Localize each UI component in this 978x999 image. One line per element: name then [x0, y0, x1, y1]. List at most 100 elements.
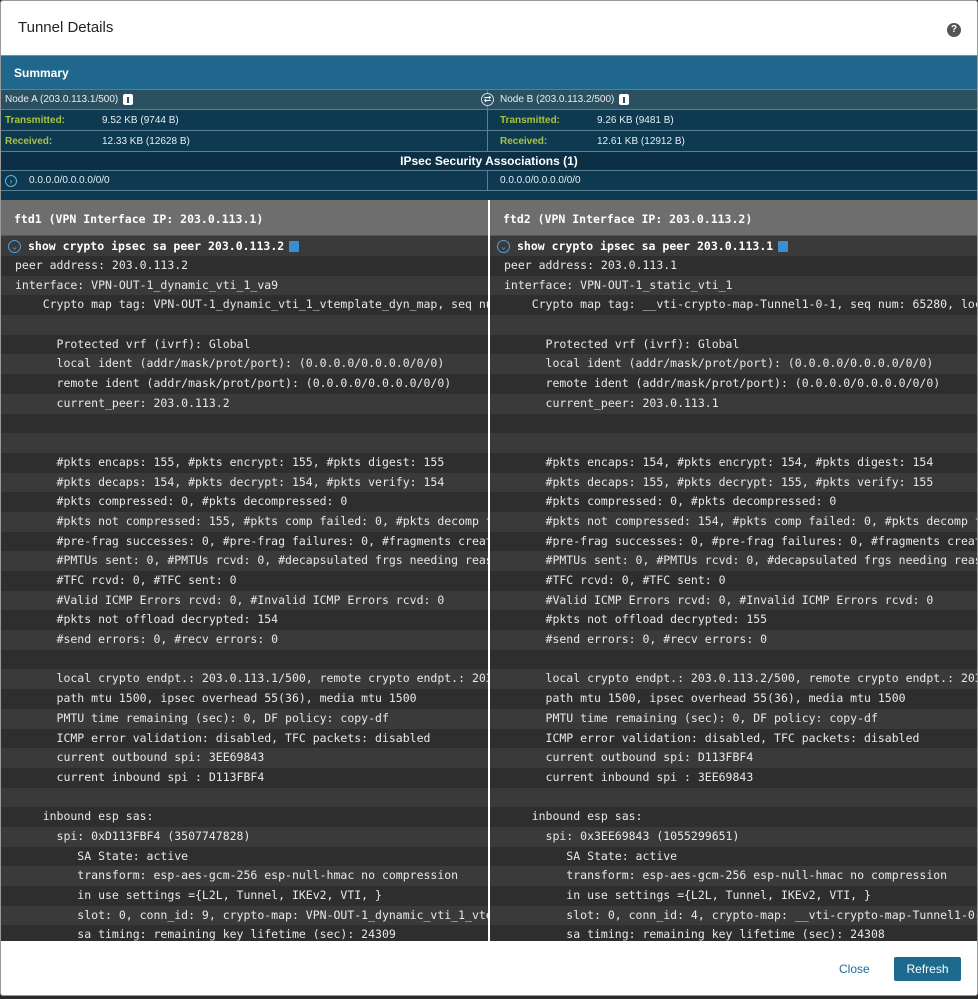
output-line: local ident (addr/mask/prot/port): (0.0.…	[1, 354, 488, 375]
output-line: #pkts encaps: 154, #pkts encrypt: 154, #…	[490, 452, 977, 473]
key-icon	[619, 94, 630, 105]
output-line: current inbound spi : D113FBF4	[1, 767, 488, 788]
output-line: #PMTUs sent: 0, #PMTUs rcvd: 0, #decapsu…	[1, 551, 488, 571]
summary-header: Summary	[1, 55, 977, 89]
output-line: #pkts decaps: 154, #pkts decrypt: 154, #…	[1, 472, 488, 493]
output-line: current inbound spi : 3EE69843	[490, 767, 977, 788]
output-line	[1, 787, 488, 808]
output-line	[1, 649, 488, 670]
node-a-received: 12.33 KB (12628 B)	[102, 135, 190, 147]
output-line: slot: 0, conn_id: 9, crypto-map: VPN-OUT…	[1, 905, 488, 926]
output-line: ICMP error validation: disabled, TFC pac…	[1, 728, 488, 749]
output-line: ICMP error validation: disabled, TFC pac…	[490, 728, 977, 749]
sa-row[interactable]: › 0.0.0.0/0.0.0.0/0/0 0.0.0.0/0.0.0.0/0/0	[1, 170, 977, 190]
output-line: PMTU time remaining (sec): 0, DF policy:…	[1, 708, 488, 729]
output-line: Protected vrf (ivrf): Global	[1, 334, 488, 355]
output-line: in use settings ={L2L, Tunnel, IKEv2, VT…	[490, 886, 977, 906]
received-row: Received: 12.33 KB (12628 B) Received: 12.…	[1, 130, 977, 151]
dialog-title: Tunnel Details	[18, 19, 114, 36]
output-line: #pkts not compressed: 155, #pkts comp fa…	[1, 511, 488, 532]
sa-b: 0.0.0.0/0.0.0.0/0/0	[500, 175, 581, 186]
output-line: sa timing: remaining key lifetime (sec):…	[1, 925, 488, 942]
output-line: SA State: active	[490, 846, 977, 867]
output-line: in use settings ={L2L, Tunnel, IKEv2, VT…	[1, 886, 488, 906]
node-row: Node A (203.0.113.1/500) ⇄ Node B (203.0.…	[1, 89, 977, 109]
left-output: peer address: 203.0.113.2 interface: VPN-…	[1, 256, 488, 942]
output-line: #pkts compressed: 0, #pkts decompressed:…	[1, 492, 488, 512]
output-line	[490, 413, 977, 434]
output-line: local crypto endpt.: 203.0.113.1/500, re…	[1, 669, 488, 690]
left-device-panel[interactable]: ftd1 (VPN Interface IP: 203.0.113.1) ⌄ sh…	[1, 200, 488, 942]
output-line: remote ident (addr/mask/prot/port): (0.0…	[490, 374, 977, 394]
output-line: Crypto map tag: __vti-crypto-map-Tunnel1…	[490, 295, 977, 316]
output-line: sa timing: remaining key lifetime (sec):…	[490, 925, 977, 942]
output-line: slot: 0, conn_id: 4, crypto-map: __vti-c…	[490, 905, 977, 926]
left-command-text: show crypto ipsec sa peer 203.0.113.2	[28, 239, 285, 253]
output-line	[1, 433, 488, 453]
output-line	[490, 649, 977, 670]
output-line: #PMTUs sent: 0, #PMTUs rcvd: 0, #decapsu…	[490, 551, 977, 571]
output-line: #Valid ICMP Errors rcvd: 0, #Invalid ICM…	[1, 590, 488, 611]
output-line: SA State: active	[1, 846, 488, 867]
output-line: #pkts not compressed: 154, #pkts comp fa…	[490, 511, 977, 532]
received-label: Received:	[5, 135, 53, 147]
device-output-columns: ftd1 (VPN Interface IP: 203.0.113.1) ⌄ sh…	[1, 200, 977, 942]
copy-icon[interactable]	[778, 240, 789, 252]
output-line: spi: 0x3EE69843 (1055299651)	[490, 826, 977, 847]
output-line: path mtu 1500, ipsec overhead 55(36), me…	[490, 689, 977, 709]
right-device-panel[interactable]: ftd2 (VPN Interface IP: 203.0.113.2) ⌄ sh…	[488, 200, 977, 942]
output-line	[490, 433, 977, 453]
output-line: current_peer: 203.0.113.1	[490, 393, 977, 414]
output-line: local ident (addr/mask/prot/port): (0.0.…	[490, 354, 977, 375]
output-line: #pkts encaps: 155, #pkts encrypt: 155, #…	[1, 452, 488, 473]
close-button[interactable]: Close	[839, 962, 870, 976]
transmitted-label: Transmitted:	[5, 114, 66, 126]
output-line: interface: VPN-OUT-1_static_vti_1	[490, 275, 977, 296]
node-a-transmitted: 9.52 KB (9744 B)	[102, 114, 179, 126]
output-line: path mtu 1500, ipsec overhead 55(36), me…	[1, 689, 488, 709]
right-command[interactable]: ⌄ show crypto ipsec sa peer 203.0.113.1	[490, 235, 977, 256]
transmitted-label: Transmitted:	[500, 114, 561, 126]
collapse-icon[interactable]: ⌄	[497, 239, 510, 253]
output-line	[490, 315, 977, 335]
tunnel-details-dialog: Tunnel Details ? Summary Node A (203.0.1…	[0, 0, 978, 996]
output-line: #pkts not offload decrypted: 154	[1, 610, 488, 631]
output-line: local crypto endpt.: 203.0.113.2/500, re…	[490, 669, 977, 690]
right-device-header: ftd2 (VPN Interface IP: 203.0.113.2)	[490, 200, 977, 235]
output-line: current outbound spi: D113FBF4	[490, 748, 977, 768]
left-device-header: ftd1 (VPN Interface IP: 203.0.113.1)	[1, 200, 488, 235]
output-line: remote ident (addr/mask/prot/port): (0.0…	[1, 374, 488, 394]
output-line: transform: esp-aes-gcm-256 esp-null-hmac…	[1, 866, 488, 886]
key-icon	[123, 94, 134, 105]
output-line: #pre-frag successes: 0, #pre-frag failur…	[1, 531, 488, 552]
output-line: inbound esp sas:	[490, 807, 977, 827]
output-line: current outbound spi: 3EE69843	[1, 748, 488, 768]
output-line: interface: VPN-OUT-1_dynamic_vti_1_va9	[1, 275, 488, 296]
collapse-icon[interactable]: ⌄	[8, 239, 21, 253]
output-line: #pre-frag successes: 0, #pre-frag failur…	[490, 531, 977, 552]
right-command-text: show crypto ipsec sa peer 203.0.113.1	[517, 239, 774, 253]
output-line: current_peer: 203.0.113.2	[1, 393, 488, 414]
left-command[interactable]: ⌄ show crypto ipsec sa peer 203.0.113.2	[1, 235, 488, 256]
divider	[1, 190, 977, 200]
swap-icon[interactable]: ⇄	[481, 93, 494, 106]
node-b-label: Node B (203.0.113.2/500)	[500, 94, 615, 105]
output-line	[1, 315, 488, 335]
sa-a: 0.0.0.0/0.0.0.0/0/0	[29, 175, 110, 186]
output-line: PMTU time remaining (sec): 0, DF policy:…	[490, 708, 977, 729]
output-line: #TFC rcvd: 0, #TFC sent: 0	[490, 571, 977, 591]
transmitted-row: Transmitted: 9.52 KB (9744 B) Transmitted…	[1, 109, 977, 130]
copy-icon[interactable]	[289, 240, 300, 252]
output-line: inbound esp sas:	[1, 807, 488, 827]
refresh-button[interactable]: Refresh	[894, 957, 961, 981]
dialog-header: Tunnel Details ?	[1, 1, 977, 55]
right-output: peer address: 203.0.113.1 interface: VPN-…	[490, 256, 977, 942]
expand-icon[interactable]: ›	[5, 174, 17, 187]
output-line: #send errors: 0, #recv errors: 0	[1, 630, 488, 650]
output-line: #pkts decaps: 155, #pkts decrypt: 155, #…	[490, 472, 977, 493]
output-line: #pkts not offload decrypted: 155	[490, 610, 977, 631]
dialog-footer: Close Refresh	[1, 941, 977, 995]
output-line: peer address: 203.0.113.1	[490, 256, 977, 276]
help-icon[interactable]: ?	[947, 23, 961, 37]
output-line: peer address: 203.0.113.2	[1, 256, 488, 276]
